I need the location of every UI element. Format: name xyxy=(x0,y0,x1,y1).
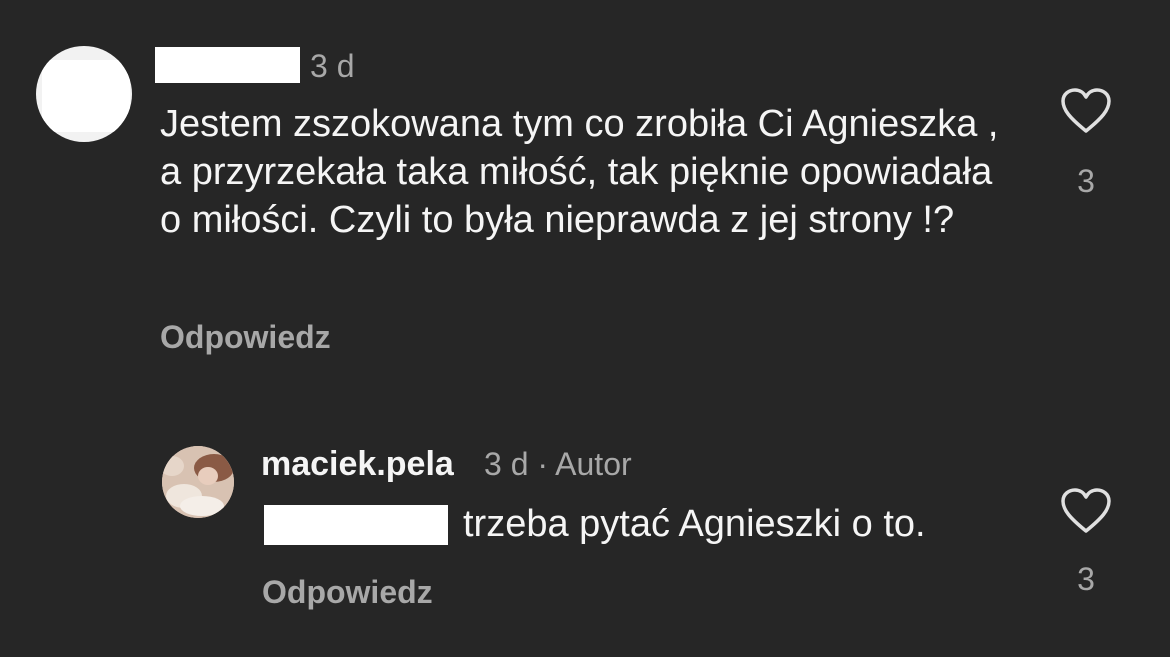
heart-outline-icon[interactable] xyxy=(1060,88,1112,134)
like-count[interactable]: 3 xyxy=(1060,560,1112,598)
avatar[interactable] xyxy=(36,46,132,142)
comment-text: trzeba pytać Agnieszki o to. xyxy=(463,503,926,545)
like-count[interactable]: 3 xyxy=(1060,162,1112,200)
reply-button[interactable]: Odpowiedz xyxy=(262,572,433,612)
redaction-block xyxy=(42,60,130,132)
comment-timestamp: 3 d xyxy=(310,48,355,84)
comment-1: 3 d Jestem zszokowana tym co zrobiła Ci … xyxy=(0,0,1170,400)
redacted-mention xyxy=(264,505,448,545)
comment-text: Jestem zszokowana tym co zrobiła Ci Agni… xyxy=(160,103,999,241)
comment-username[interactable]: maciek.pela xyxy=(261,444,454,484)
heart-outline-icon[interactable] xyxy=(1060,488,1112,534)
reply-button[interactable]: Odpowiedz xyxy=(160,317,331,357)
avatar[interactable] xyxy=(162,446,234,518)
comment-meta: 3 d · Autor xyxy=(484,446,632,482)
redacted-username xyxy=(155,47,300,83)
